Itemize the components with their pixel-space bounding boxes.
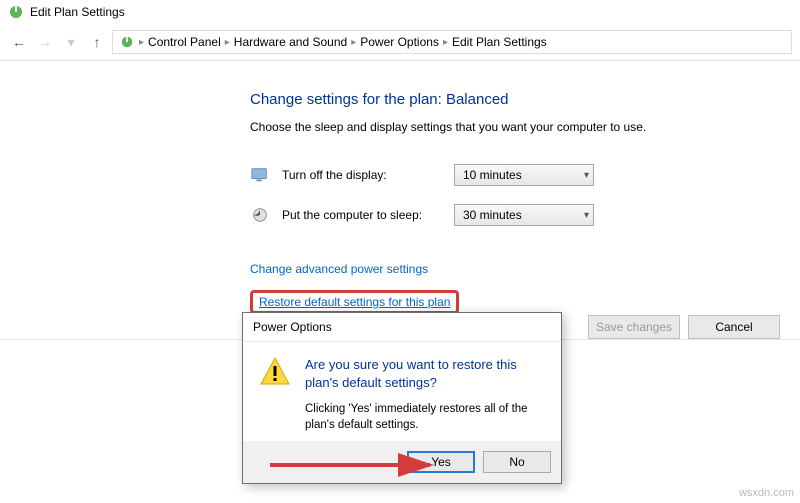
chevron-down-icon: ▾ xyxy=(584,170,589,181)
display-label: Turn off the display: xyxy=(282,168,442,182)
power-icon xyxy=(8,4,24,20)
dialog-body: Are you sure you want to restore this pl… xyxy=(243,342,561,441)
page-heading: Change settings for the plan: Balanced xyxy=(250,91,800,108)
power-icon xyxy=(119,34,135,50)
dialog-title: Power Options xyxy=(243,313,561,342)
nav-bar: ← → ▾ ↑ ▸ Control Panel ▸ Hardware and S… xyxy=(0,24,800,61)
restore-defaults-link[interactable]: Restore default settings for this plan xyxy=(259,295,450,309)
advanced-settings-link[interactable]: Change advanced power settings xyxy=(250,262,428,276)
crumb-power-options[interactable]: Power Options xyxy=(360,35,439,49)
dialog-text: Clicking 'Yes' immediately restores all … xyxy=(305,401,545,433)
window-title: Edit Plan Settings xyxy=(30,5,125,19)
setting-row-display: Turn off the display: 10 minutes ▾ xyxy=(250,164,800,186)
save-button[interactable]: Save changes xyxy=(588,315,680,339)
display-dropdown[interactable]: 10 minutes ▾ xyxy=(454,164,594,186)
sleep-label: Put the computer to sleep: xyxy=(282,208,442,222)
recent-dropdown-icon[interactable]: ▾ xyxy=(60,31,82,53)
crumb-control-panel[interactable]: Control Panel xyxy=(148,35,221,49)
forward-button[interactable]: → xyxy=(34,31,56,53)
breadcrumb[interactable]: ▸ Control Panel ▸ Hardware and Sound ▸ P… xyxy=(112,30,792,54)
crumb-edit-plan[interactable]: Edit Plan Settings xyxy=(452,35,547,49)
sleep-dropdown[interactable]: 30 minutes ▾ xyxy=(454,204,594,226)
dialog-heading: Are you sure you want to restore this pl… xyxy=(305,356,545,391)
crumb-hardware-sound[interactable]: Hardware and Sound xyxy=(234,35,347,49)
sleep-value: 30 minutes xyxy=(463,208,522,222)
display-value: 10 minutes xyxy=(463,168,522,182)
footer-buttons: Save changes Cancel xyxy=(588,315,780,339)
chevron-right-icon: ▸ xyxy=(351,37,356,48)
setting-row-sleep: Put the computer to sleep: 30 minutes ▾ xyxy=(250,204,800,226)
window-title-bar: Edit Plan Settings xyxy=(0,0,800,24)
up-button[interactable]: ↑ xyxy=(86,31,108,53)
confirm-dialog: Power Options Are you sure you want to r… xyxy=(242,312,562,484)
sleep-icon xyxy=(250,205,270,225)
page-subtext: Choose the sleep and display settings th… xyxy=(250,120,800,134)
chevron-right-icon: ▸ xyxy=(225,37,230,48)
warning-icon xyxy=(259,356,291,388)
cancel-button[interactable]: Cancel xyxy=(688,315,780,339)
display-icon xyxy=(250,165,270,185)
no-button[interactable]: No xyxy=(483,451,551,473)
yes-button[interactable]: Yes xyxy=(407,451,475,473)
dialog-footer: Yes No xyxy=(243,441,561,483)
chevron-down-icon: ▾ xyxy=(584,210,589,221)
watermark: wsxdn.com xyxy=(739,487,794,499)
chevron-right-icon: ▸ xyxy=(443,37,448,48)
back-button[interactable]: ← xyxy=(8,31,30,53)
annotation-highlight: Restore default settings for this plan xyxy=(250,290,459,314)
main-content: Change settings for the plan: Balanced C… xyxy=(0,61,800,340)
chevron-right-icon: ▸ xyxy=(139,37,144,48)
